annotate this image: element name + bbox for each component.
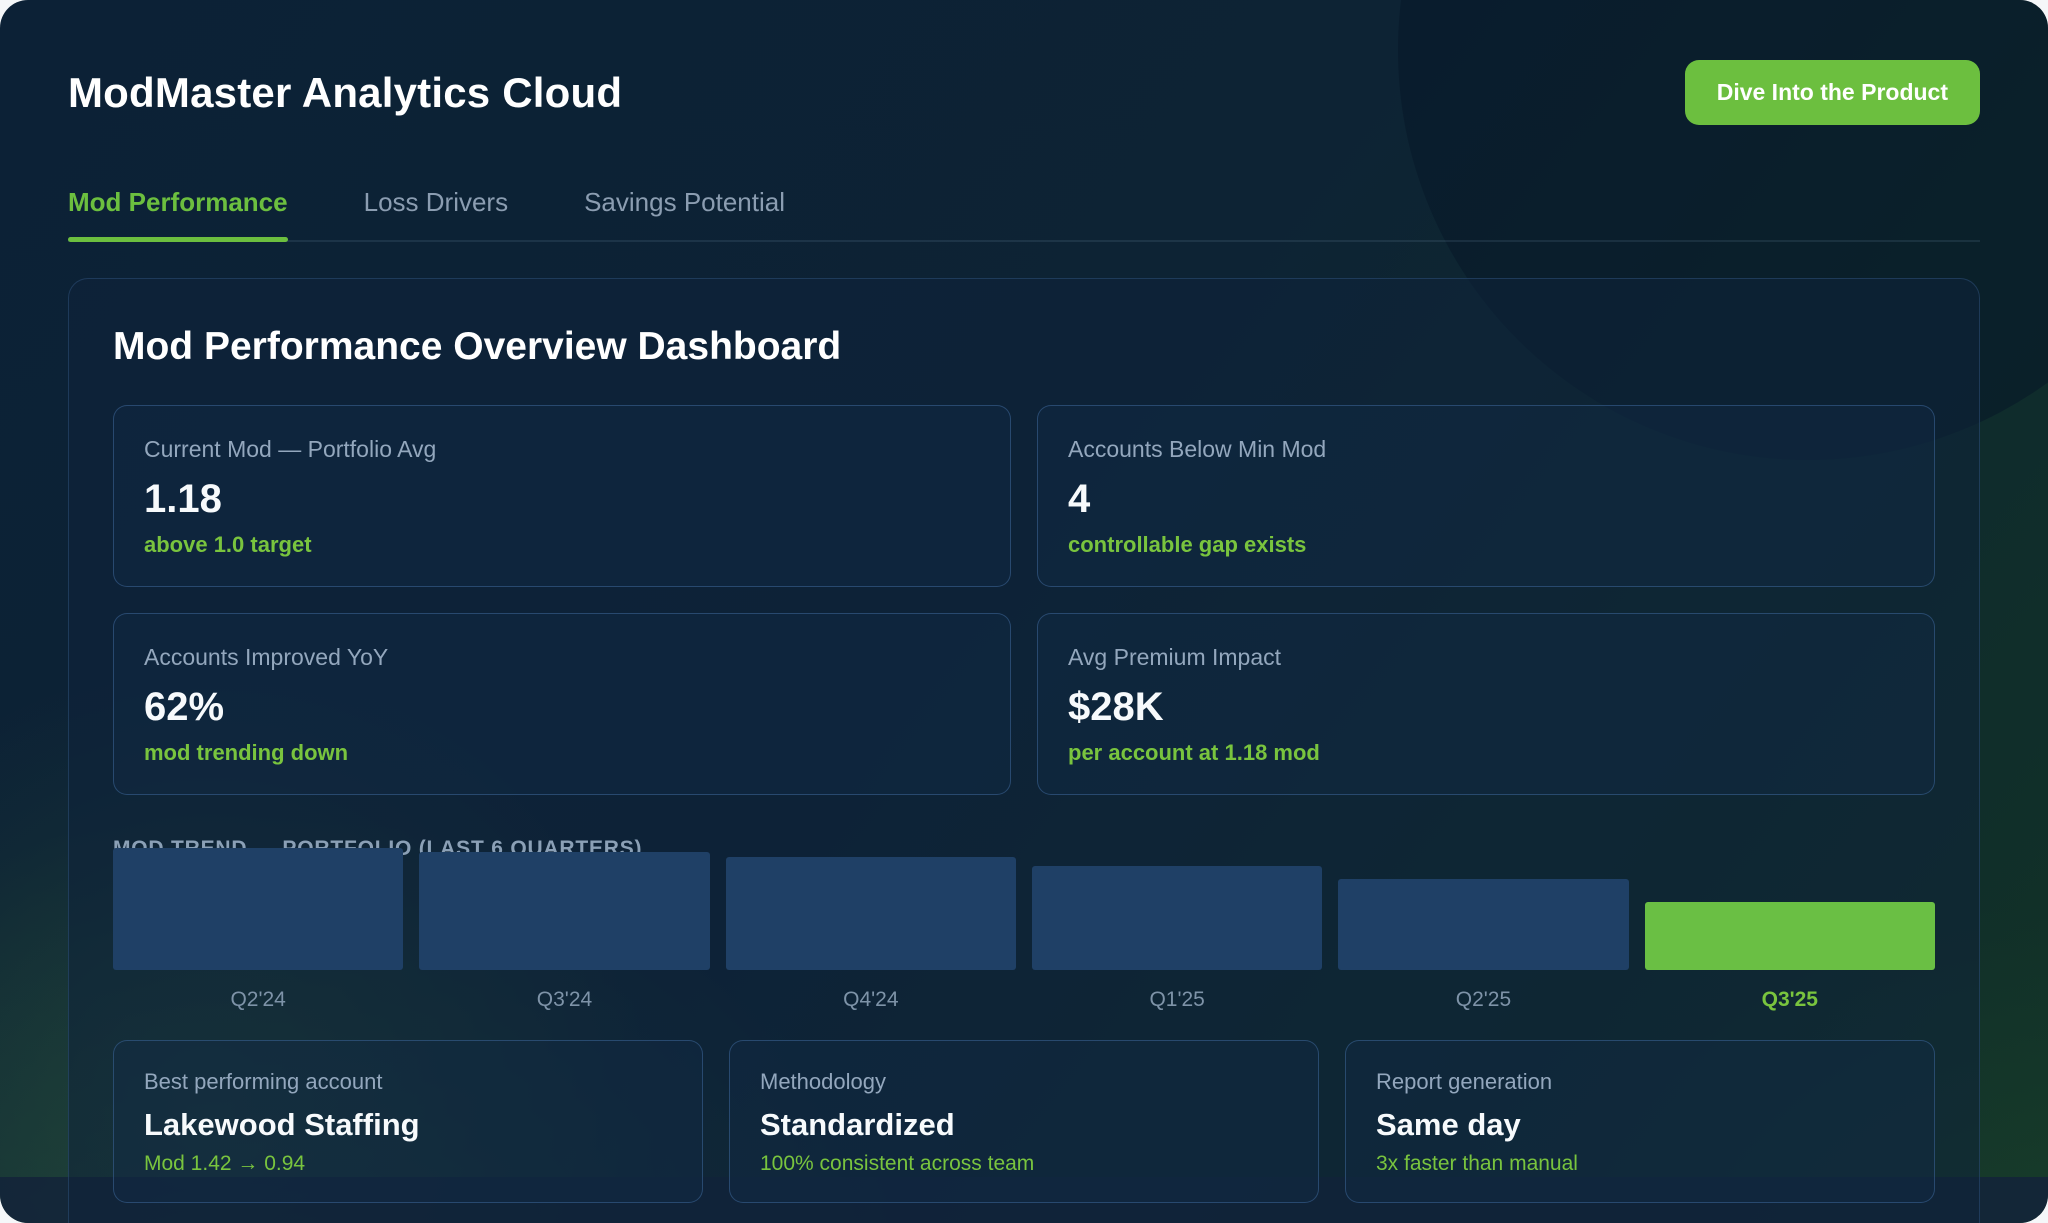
tab-mod-performance[interactable]: Mod Performance [68,187,288,240]
stat-note: per account at 1.18 mod [1068,740,1904,766]
bar-label: Q2'24 [113,988,403,1012]
chart-column: Q3'24 [419,848,709,1012]
foot-value: Same day [1376,1107,1904,1143]
bar-label: Q1'25 [1032,988,1322,1012]
bar [113,848,403,970]
stat-card-accounts-below-min: Accounts Below Min Mod 4 controllable ga… [1037,405,1935,587]
chart-column: Q2'24 [113,848,403,1012]
foot-note: 100% consistent across team [760,1152,1288,1176]
bar [1338,879,1628,970]
stat-value: 62% [144,685,980,730]
stat-card-premium-impact: Avg Premium Impact $28K per account at 1… [1037,613,1935,795]
app-window: ModMaster Analytics Cloud Dive Into the … [0,0,2048,1223]
stat-label: Accounts Improved YoY [144,644,980,671]
stat-value: $28K [1068,685,1904,730]
stat-note: above 1.0 target [144,532,980,558]
chart-column: Q1'25 [1032,848,1322,1012]
bar-label: Q3'24 [419,988,709,1012]
stat-card-accounts-improved: Accounts Improved YoY 62% mod trending d… [113,613,1011,795]
foot-label: Methodology [760,1069,1288,1095]
foot-label: Best performing account [144,1069,672,1095]
tab-bar: Mod Performance Loss Drivers Savings Pot… [68,187,1980,242]
bar-label: Q3'25 [1645,988,1935,1012]
page-content: ModMaster Analytics Cloud Dive Into the … [0,0,2048,1223]
chart-column: Q2'25 [1338,848,1628,1012]
foot-note: 3x faster than manual [1376,1152,1904,1176]
bar [1645,902,1935,970]
bar [1032,866,1322,970]
mod-trend-chart: MOD TREND — PORTFOLIO (LAST 6 QUARTERS) … [113,837,1935,1012]
stat-card-current-mod: Current Mod — Portfolio Avg 1.18 above 1… [113,405,1011,587]
foot-label: Report generation [1376,1069,1904,1095]
bar-zone [1032,848,1322,970]
foot-note: Mod 1.42 → 0.94 [144,1152,672,1176]
bar-zone [726,848,1016,970]
dive-into-product-button[interactable]: Dive Into the Product [1685,60,1980,125]
footnotes-grid: Best performing account Lakewood Staffin… [113,1040,1935,1203]
dashboard-panel: Mod Performance Overview Dashboard Curre… [68,278,1980,1223]
stat-label: Avg Premium Impact [1068,644,1904,671]
panel-title: Mod Performance Overview Dashboard [113,325,1935,369]
bar-zone [1338,848,1628,970]
stat-value: 4 [1068,477,1904,522]
bar-label: Q4'24 [726,988,1016,1012]
foot-value: Standardized [760,1107,1288,1143]
chart-column: Q4'24 [726,848,1016,1012]
bar [726,857,1016,970]
stats-grid: Current Mod — Portfolio Avg 1.18 above 1… [113,405,1935,795]
header: ModMaster Analytics Cloud Dive Into the … [68,60,1980,125]
chart-column: Q3'25 [1645,848,1935,1012]
stat-value: 1.18 [144,477,980,522]
bar-zone [113,848,403,970]
tab-savings-potential[interactable]: Savings Potential [584,187,785,240]
app-title: ModMaster Analytics Cloud [68,69,622,117]
stat-note: controllable gap exists [1068,532,1904,558]
stat-note: mod trending down [144,740,980,766]
bar-zone [419,848,709,970]
bar-zone [1645,848,1935,970]
foot-value: Lakewood Staffing [144,1107,672,1143]
stat-label: Accounts Below Min Mod [1068,436,1904,463]
foot-card-methodology: Methodology Standardized 100% consistent… [729,1040,1319,1203]
foot-card-report-generation: Report generation Same day 3x faster tha… [1345,1040,1935,1203]
bar [419,852,709,970]
foot-card-best-account: Best performing account Lakewood Staffin… [113,1040,703,1203]
bar-chart-bars: Q2'24 Q3'24 Q4'24 Q1'25 Q2'25 Q3'25 [113,848,1935,1012]
bar-label: Q2'25 [1338,988,1628,1012]
stat-label: Current Mod — Portfolio Avg [144,436,980,463]
tab-loss-drivers[interactable]: Loss Drivers [364,187,508,240]
